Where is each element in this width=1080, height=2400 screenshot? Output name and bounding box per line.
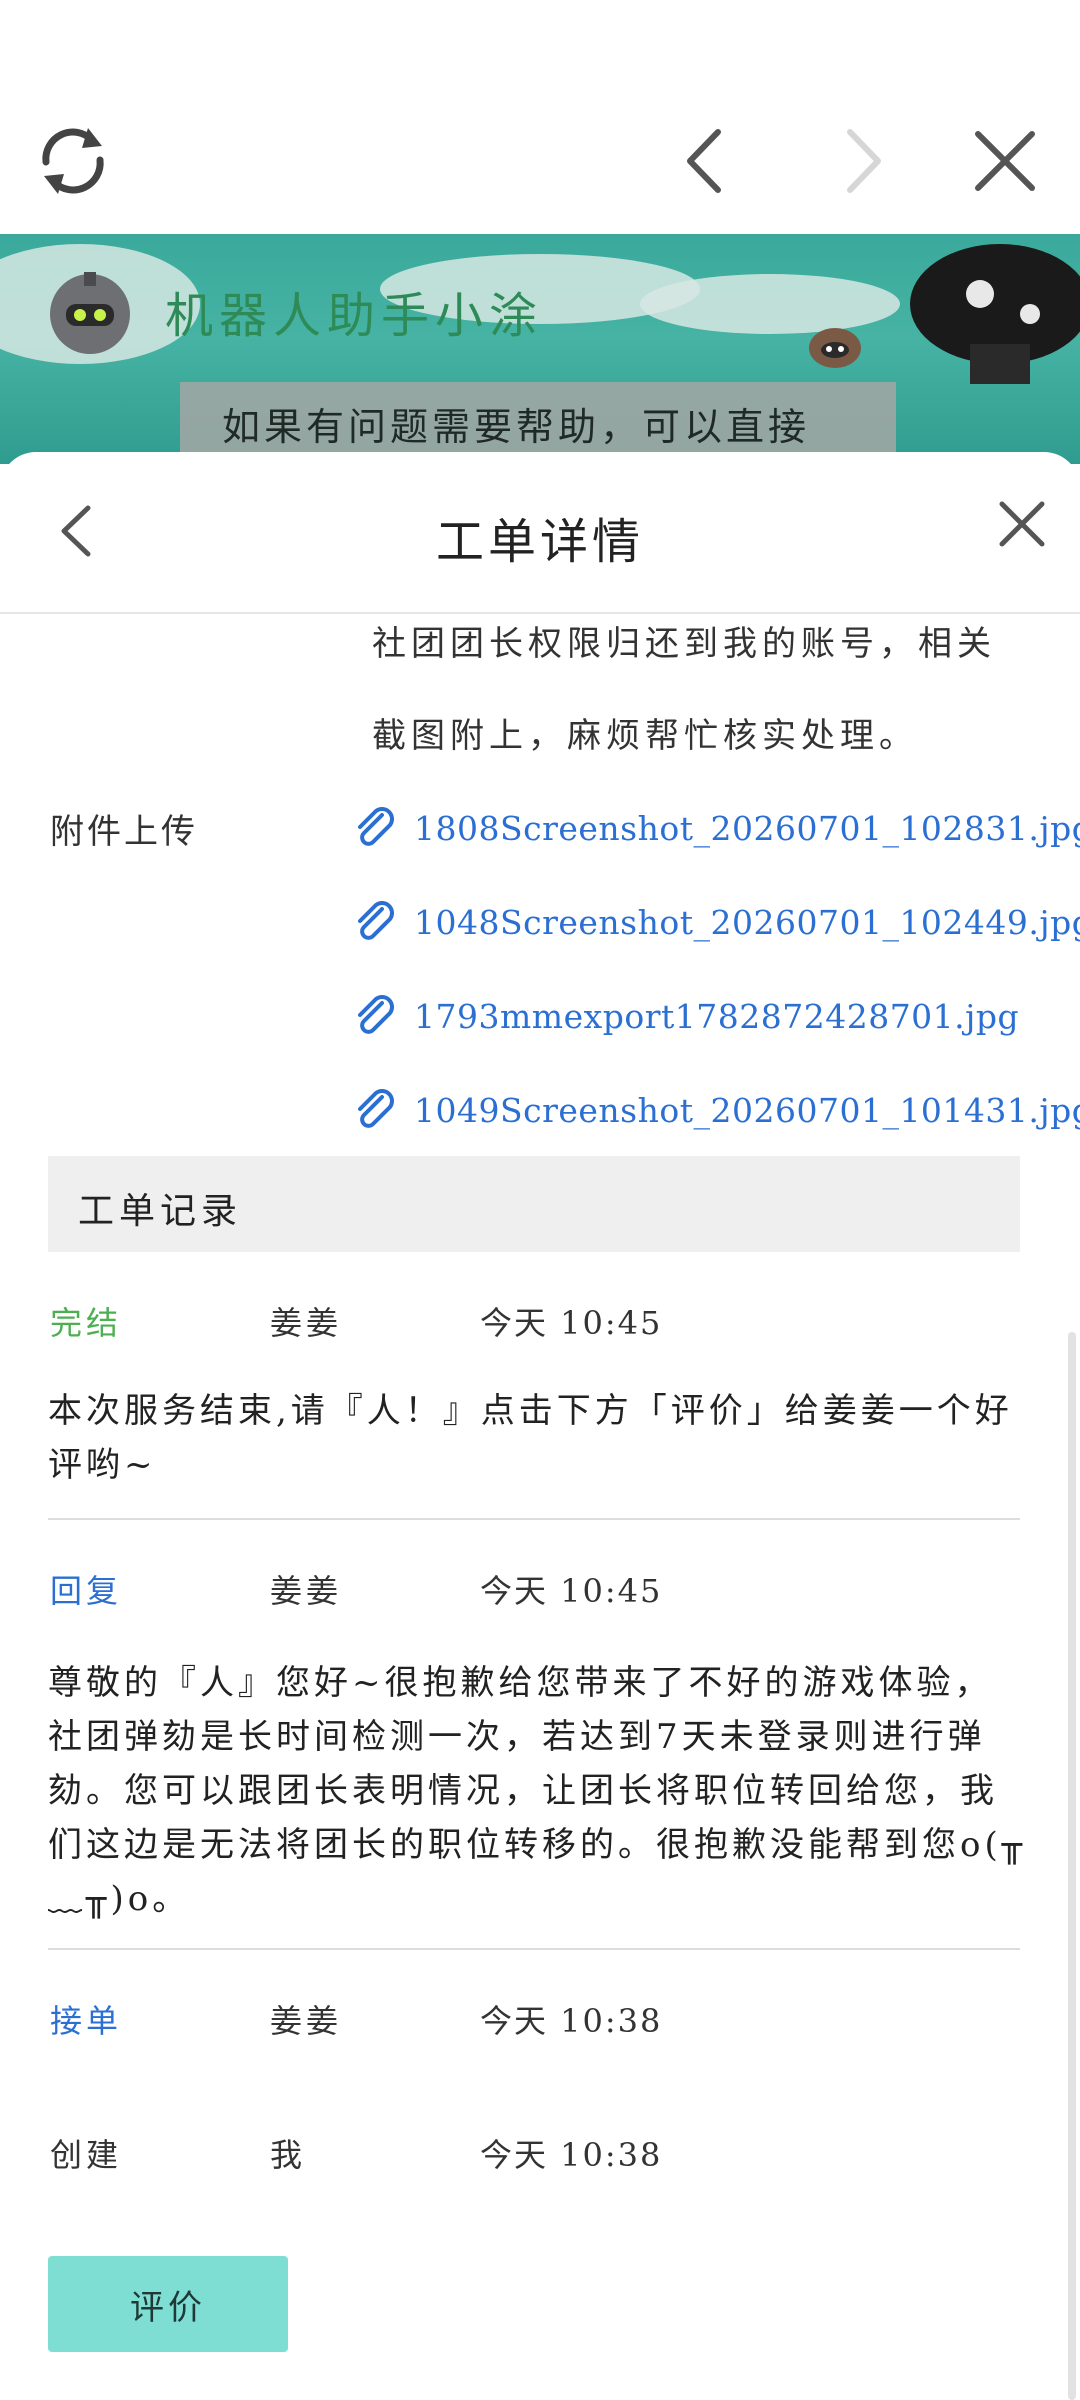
records-title: 工单记录 <box>78 1191 243 1232</box>
back-arrow-icon[interactable] <box>660 118 746 204</box>
record-time: 今天 10:38 <box>480 2002 663 2040</box>
record-type-accepted: 接单 <box>50 2002 123 2040</box>
mushroom-character-icon <box>890 234 1080 384</box>
record-type-reply: 回复 <box>50 1572 123 1610</box>
record-user: 姜姜 <box>270 1304 343 1342</box>
record-user: 我 <box>270 2136 307 2174</box>
attachment-filename: 1793mmexport1782872428701.jpg <box>414 996 1020 1036</box>
record-divider <box>48 1518 1020 1520</box>
record-time: 今天 10:45 <box>480 1304 663 1342</box>
paperclip-icon <box>358 901 394 940</box>
attachment-link[interactable]: 1808Screenshot_20260701_102831.jpg <box>350 798 1080 858</box>
rate-button[interactable]: 评价 <box>48 2256 288 2352</box>
browser-toolbar <box>0 0 1080 234</box>
scrollbar[interactable] <box>1068 1332 1076 2400</box>
close-icon[interactable] <box>962 118 1048 204</box>
attachment-link[interactable]: 1048Screenshot_20260701_102449.jpg <box>350 892 1080 952</box>
record-user: 姜姜 <box>270 2002 343 2040</box>
record-time: 今天 10:45 <box>480 1572 663 1610</box>
record-body: 尊敬的『人』您好~很抱歉给您带来了不好的游戏体验，社团弹劾是长时间检测一次，若达… <box>48 1663 1027 1919</box>
banner-subtitle: 如果有问题需要帮助，可以直接 <box>222 405 811 449</box>
record-divider <box>48 1948 1020 1950</box>
records-section-header: 工单记录 <box>48 1156 1020 1252</box>
attachment-filename: 1048Screenshot_20260701_102449.jpg <box>414 902 1080 942</box>
attachments-label: 附件上传 <box>50 812 198 852</box>
record-type-finished: 完结 <box>50 1304 123 1342</box>
paperclip-icon <box>358 1089 394 1128</box>
assistant-banner: 机器人助手小涂 如果有问题需要帮助，可以直接 <box>0 234 1080 464</box>
record-user: 姜姜 <box>270 1572 343 1610</box>
paperclip-icon <box>358 807 394 846</box>
paperclip-icon <box>358 995 394 1034</box>
refresh-icon[interactable] <box>30 118 116 204</box>
forward-arrow-icon[interactable] <box>820 118 906 204</box>
attachment-link[interactable]: 1793mmexport1782872428701.jpg <box>350 986 1019 1046</box>
description-line: 社团团长权限归还到我的账号，相关 <box>372 624 996 664</box>
banner-title: 机器人助手小涂 <box>165 288 544 344</box>
record-time: 今天 10:38 <box>480 2136 663 2174</box>
attachment-filename: 1808Screenshot_20260701_102831.jpg <box>414 808 1080 848</box>
record-body: 本次服务结束,请『人！』点击下方「评价」给姜姜一个好评哟~ <box>48 1391 1013 1485</box>
sheet-title: 工单详情 <box>435 514 644 570</box>
attachment-link[interactable]: 1049Screenshot_20260701_101431.jpg <box>350 1080 1080 1140</box>
close-icon[interactable] <box>994 496 1050 552</box>
record-type-created: 创建 <box>50 2136 123 2174</box>
raccoon-mascot-icon <box>800 314 870 374</box>
robot-mascot-icon <box>40 264 140 364</box>
sheet-header: 工单详情 <box>0 452 1080 614</box>
description-line: 截图附上，麻烦帮忙核实处理。 <box>372 716 918 756</box>
attachment-filename: 1049Screenshot_20260701_101431.jpg <box>414 1090 1080 1130</box>
